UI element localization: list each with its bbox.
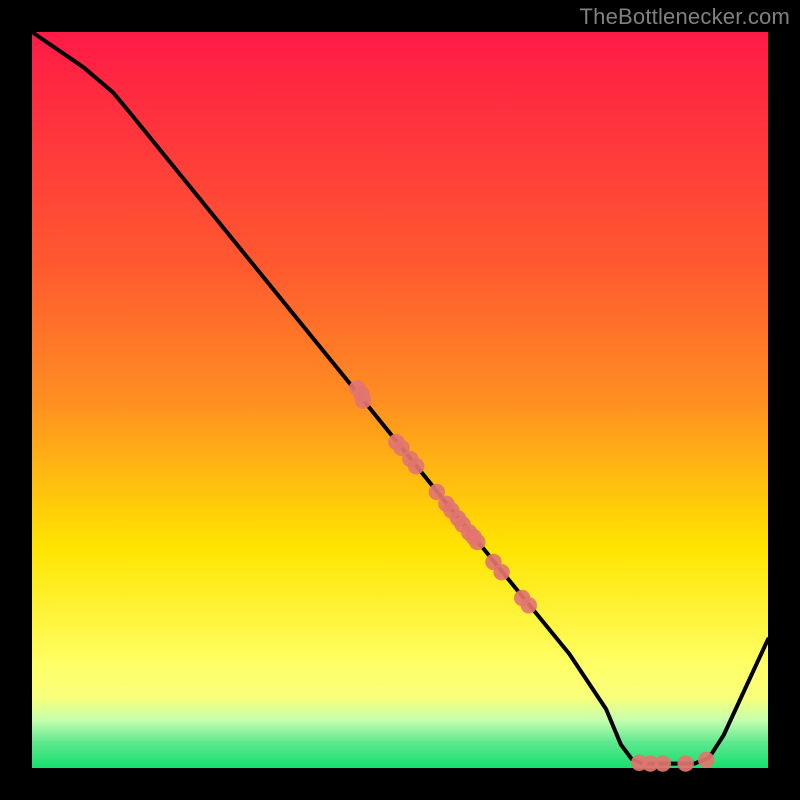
bottleneck-chart — [0, 0, 800, 800]
plot-background — [32, 32, 768, 768]
data-point — [408, 458, 424, 474]
data-point — [677, 755, 693, 771]
data-point — [698, 752, 714, 768]
data-point — [521, 597, 537, 613]
data-point — [355, 393, 371, 409]
data-point — [469, 534, 485, 550]
data-point — [655, 755, 671, 771]
chart-frame: TheBottlenecker.com — [0, 0, 800, 800]
data-point — [493, 564, 509, 580]
